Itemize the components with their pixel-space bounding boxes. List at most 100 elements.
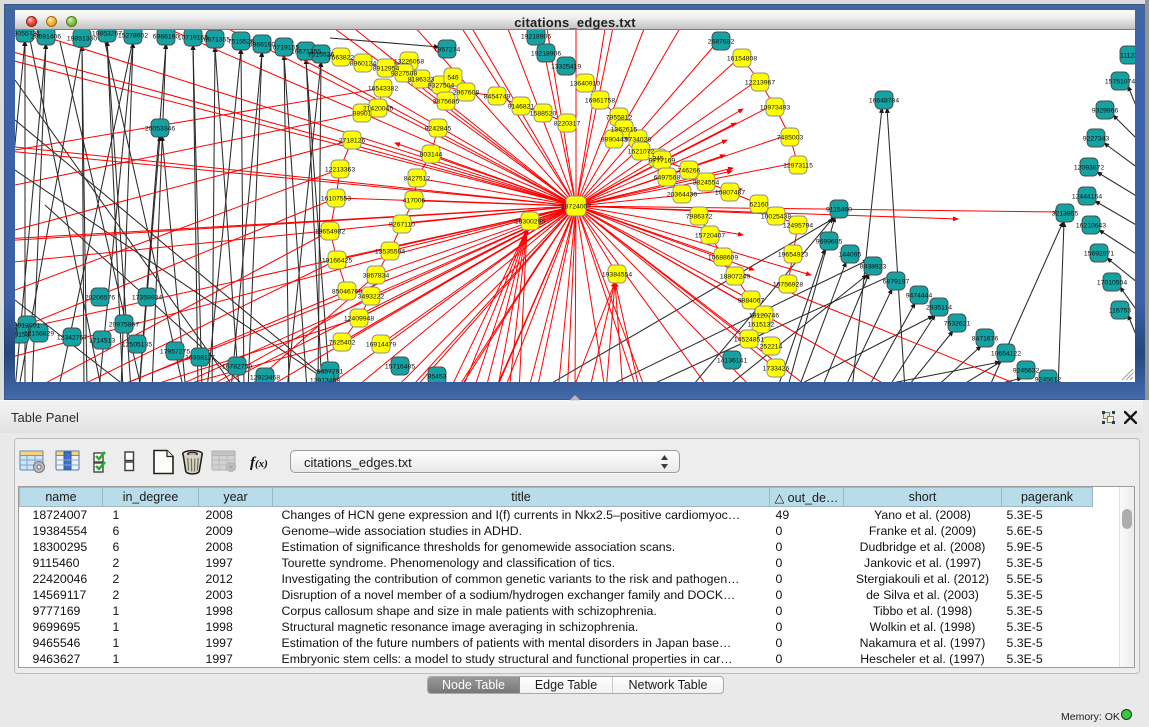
svg-text:19384554: 19384554	[602, 272, 632, 279]
svg-text:803144: 803144	[420, 152, 443, 159]
svg-text:252214: 252214	[760, 344, 783, 351]
svg-text:19654923: 19654923	[778, 252, 808, 259]
svg-text:15720407: 15720407	[695, 233, 725, 240]
svg-text:13226058: 13226058	[394, 59, 424, 66]
svg-text:9245632: 9245632	[1013, 368, 1040, 375]
svg-text:2687682: 2687682	[708, 39, 735, 46]
svg-text:14524851: 14524851	[734, 337, 764, 344]
svg-text:15692971: 15692971	[1084, 251, 1114, 258]
svg-text:6966160: 6966160	[153, 34, 180, 41]
svg-text:12093872: 12093872	[1074, 165, 1104, 172]
svg-text:9245612: 9245612	[1035, 377, 1062, 383]
svg-text:12213967: 12213967	[745, 80, 775, 87]
svg-text:20975867: 20975867	[109, 322, 139, 329]
svg-text:10654122: 10654122	[991, 351, 1021, 358]
svg-text:7485003: 7485003	[777, 135, 804, 142]
svg-text:(x): (x)	[255, 458, 268, 470]
svg-text:19218906: 19218906	[521, 34, 551, 41]
svg-text:9457791: 9457791	[317, 369, 344, 376]
svg-text:9242845: 9242845	[425, 126, 452, 133]
svg-text:7857274: 7857274	[434, 47, 461, 54]
svg-text:1621072: 1621072	[628, 149, 655, 156]
svg-text:16961758: 16961758	[585, 98, 615, 105]
svg-text:19166425: 19166425	[322, 258, 352, 265]
svg-text:13640910: 13640910	[570, 81, 600, 88]
svg-text:20206576: 20206576	[85, 295, 115, 302]
svg-text:19218906: 19218906	[531, 51, 561, 58]
svg-text:10756928: 10756928	[773, 282, 803, 289]
svg-text:1362615: 1362615	[611, 127, 638, 134]
svg-text:7955812: 7955812	[606, 115, 633, 122]
svg-text:12505135: 12505135	[122, 342, 152, 349]
svg-text:12213363: 12213363	[325, 167, 355, 174]
svg-text:9115460: 9115460	[826, 207, 852, 214]
svg-text:8990443: 8990443	[601, 137, 628, 144]
svg-text:98901: 98901	[353, 111, 372, 118]
svg-text:2718126: 2718126	[339, 138, 366, 145]
svg-text:19654982: 19654982	[315, 229, 345, 236]
svg-text:8220317: 8220317	[554, 121, 581, 128]
svg-text:12495794: 12495794	[783, 223, 813, 230]
svg-text:10807487: 10807487	[715, 190, 745, 197]
svg-text:7632621: 7632621	[944, 321, 971, 328]
svg-text:16671355: 16671355	[200, 37, 230, 44]
svg-text:90153: 90153	[15, 328, 18, 335]
svg-text:12913468: 12913468	[310, 378, 340, 383]
svg-text:9474444: 9474444	[906, 293, 933, 300]
svg-text:16914479: 16914479	[366, 342, 396, 349]
svg-text:12156829: 12156829	[24, 331, 54, 338]
svg-text:20364436: 20364436	[667, 192, 697, 199]
svg-text:85453: 85453	[428, 374, 447, 381]
svg-text:12409948: 12409948	[344, 316, 374, 323]
svg-text:18300295: 18300295	[515, 219, 545, 226]
svg-text:16210643: 16210643	[1076, 223, 1106, 230]
svg-text:16782759: 16782759	[222, 364, 252, 371]
svg-text:10358117: 10358117	[185, 355, 215, 362]
svg-text:1588520: 1588520	[530, 111, 557, 118]
svg-text:144095: 144095	[839, 252, 862, 259]
svg-text:2935114: 2935114	[926, 305, 952, 312]
svg-text:1714513: 1714513	[89, 338, 116, 345]
svg-text:3875685: 3875685	[433, 99, 460, 106]
svg-text:9146821: 9146821	[508, 104, 535, 111]
svg-text:17010504: 17010504	[1097, 280, 1127, 287]
svg-text:3213955: 3213955	[1052, 211, 1079, 218]
svg-text:9327504: 9327504	[428, 83, 455, 90]
svg-text:15716485: 15716485	[385, 364, 415, 371]
svg-text:13535594: 13535594	[375, 249, 405, 256]
svg-text:12444154: 12444154	[1072, 194, 1102, 201]
svg-text:14136141: 14136141	[717, 358, 747, 365]
svg-text:16154808: 16154808	[727, 56, 757, 63]
svg-text:6879197: 6879197	[883, 279, 910, 286]
svg-text:62160: 62160	[750, 202, 769, 209]
svg-text:9329966: 9329966	[1092, 108, 1119, 115]
svg-text:9734028: 9734028	[625, 137, 652, 144]
svg-text:12923468: 12923468	[250, 375, 280, 382]
svg-text:17359934: 17359934	[132, 295, 162, 302]
svg-text:10973493: 10973493	[760, 105, 790, 112]
svg-text:10025438: 10025438	[761, 214, 791, 221]
svg-text:13325419: 13325419	[551, 64, 581, 71]
svg-text:9699695: 9699695	[816, 239, 843, 246]
svg-text:3493222: 3493222	[358, 294, 385, 301]
svg-text:9884067: 9884067	[738, 298, 765, 305]
svg-text:10688609: 10688609	[708, 255, 738, 262]
svg-text:8454749: 8454749	[484, 94, 511, 101]
svg-text:3867834: 3867834	[363, 273, 390, 280]
svg-text:8471676: 8471676	[972, 336, 999, 343]
svg-text:16120746: 16120746	[749, 313, 779, 320]
svg-text:9777169: 9777169	[649, 158, 676, 165]
svg-text:12342757: 12342757	[57, 335, 87, 342]
svg-text:16648784: 16648784	[869, 98, 899, 105]
svg-text:8427512: 8427512	[404, 176, 431, 183]
svg-text:6497568: 6497568	[654, 175, 681, 182]
svg-text:546: 546	[447, 75, 459, 82]
svg-text:16543382: 16543382	[368, 86, 398, 93]
svg-text:746266: 746266	[678, 168, 701, 175]
svg-text:12973115: 12973115	[783, 163, 813, 170]
svg-text:16107553: 16107553	[321, 196, 351, 203]
svg-text:1733426: 1733426	[763, 366, 790, 373]
svg-text:20691406: 20691406	[31, 34, 61, 41]
svg-text:20053346: 20053346	[145, 126, 175, 133]
svg-text:7625402: 7625402	[329, 340, 356, 347]
